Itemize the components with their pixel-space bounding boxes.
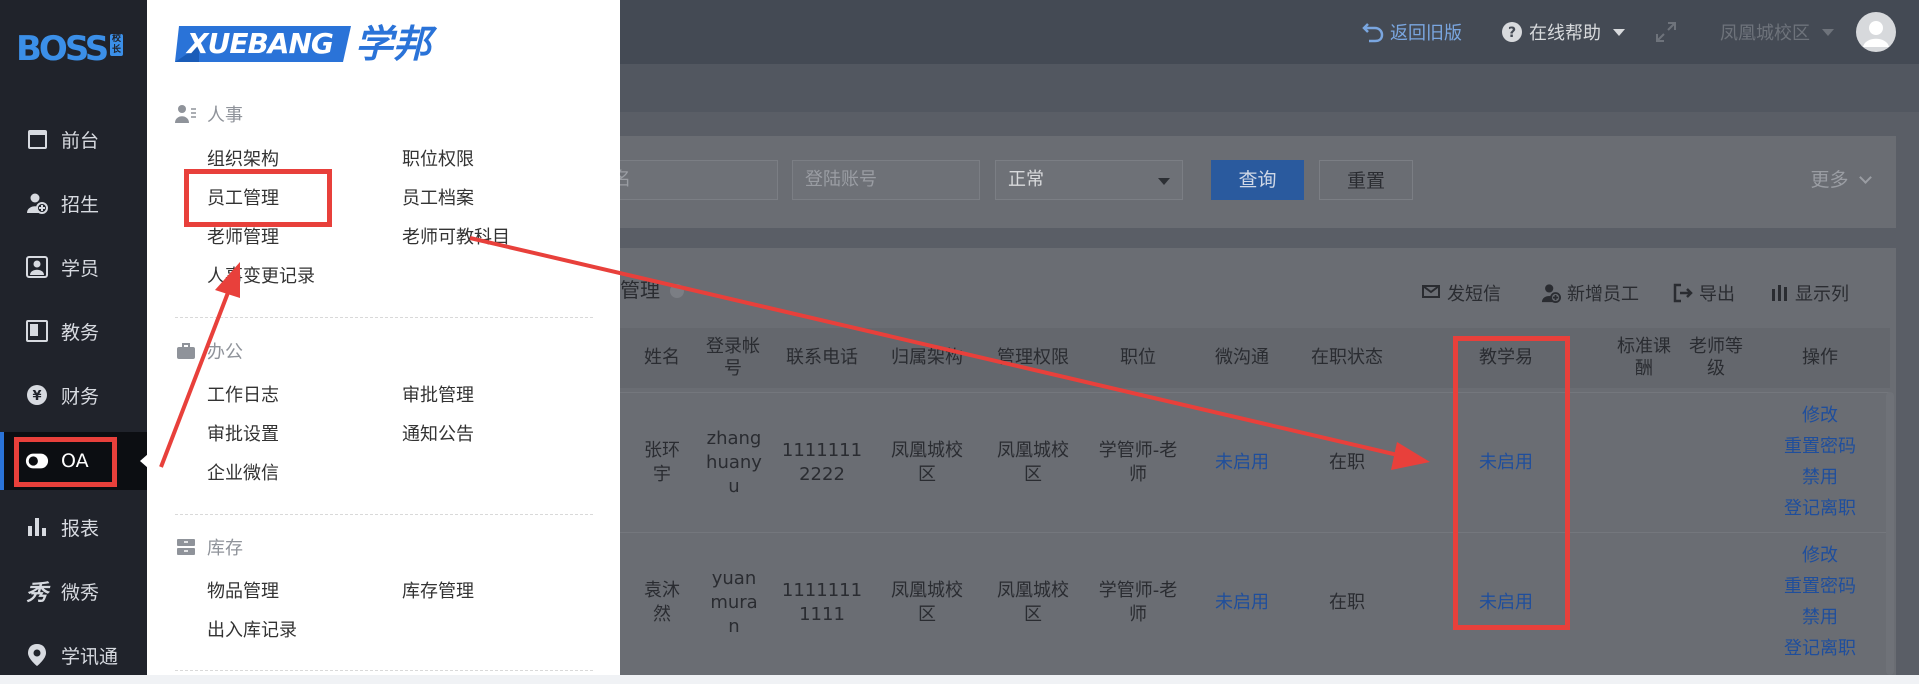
- annotation-arrows: [159, 236, 1430, 470]
- arrow-menu-to-jiaoxueyi: [469, 236, 1430, 470]
- arrow-oa-to-staff-management: [159, 262, 240, 468]
